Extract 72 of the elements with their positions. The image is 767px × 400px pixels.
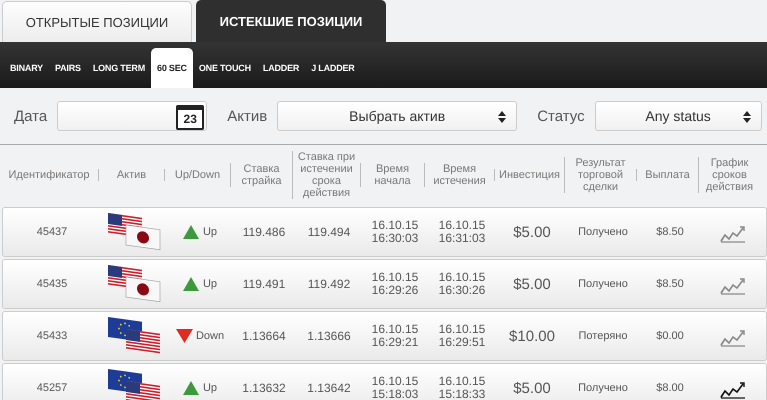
table-cell-text: $5.00: [512, 224, 552, 240]
tab[interactable]: ИСТЕКШИЕ ПОЗИЦИИ: [196, 0, 386, 42]
direction-label: Up: [202, 382, 218, 394]
table-cell-text: 16.10.15 15:18:33: [438, 375, 486, 400]
table-cell-text: Получено: [577, 278, 629, 290]
subtab[interactable]: 60 SEC: [151, 48, 193, 88]
subtab[interactable]: J LADDER: [305, 48, 361, 88]
column-header: Ставка при истечении срока действия: [292, 151, 360, 199]
column-header: Актив: [98, 169, 164, 181]
table-cell-text: 16.10.15 16:30:03: [370, 219, 420, 245]
asset-label: Актив: [227, 108, 268, 124]
up-triangle-icon: [182, 225, 200, 239]
table-cell-text: 1.13632: [241, 381, 287, 395]
date-field[interactable]: 23: [57, 101, 208, 131]
column-header: Время начала: [360, 163, 424, 187]
table-cell-text: 45437: [36, 226, 68, 238]
table-cell-text: 16.10.15 16:29:21: [370, 323, 420, 349]
column-header: Ставка страйка: [230, 163, 292, 187]
table-cell-text: $0.00: [655, 330, 685, 342]
column-header: Инвестиция: [494, 169, 564, 181]
column-header: График сроков действия: [698, 157, 760, 193]
column-header: Время истечения: [424, 163, 494, 187]
date-label: Дата: [14, 108, 48, 124]
subtab[interactable]: BINARY: [4, 48, 49, 88]
table-cell-text: $8.50: [655, 278, 685, 290]
sort-caret-icon: [498, 111, 506, 123]
direction-label: Up: [202, 226, 218, 238]
table-cell-text: 119.491: [242, 277, 286, 291]
table-cell-text: 119.486: [242, 225, 286, 239]
subtab[interactable]: LONG TERM: [86, 48, 152, 88]
table-cell-text: Получено: [577, 382, 629, 394]
column-header: Идентификатор: [8, 169, 90, 181]
table-cell-text: 16.10.15 16:29:51: [438, 323, 486, 349]
table-cell-text: 45435: [36, 278, 68, 290]
subtab[interactable]: PAIRS: [48, 48, 87, 88]
status-label: Статус: [537, 108, 585, 124]
sort-caret-icon: [742, 111, 751, 123]
table-cell-text: Потеряно: [578, 330, 628, 342]
status-select[interactable]: Any status: [594, 101, 762, 131]
table-cell-text: 45433: [36, 330, 68, 342]
calendar-button[interactable]: 23: [176, 104, 204, 130]
down-triangle-icon: [176, 329, 193, 343]
table-cell-text: 45257: [36, 382, 68, 394]
table-cell-text: 16.10.15 16:30:26: [438, 271, 486, 297]
table-cell-text: $10.00: [508, 328, 556, 344]
table-cell-text: $8.50: [655, 226, 685, 238]
flag-pair-icon: [106, 367, 162, 400]
direction-label: Up: [202, 278, 218, 290]
table-cell-text: 119.492: [306, 277, 352, 291]
column-header: Выплата: [636, 169, 698, 181]
table-cell-text: 1.13664: [241, 329, 287, 343]
subtab[interactable]: ONE TOUCH: [192, 48, 257, 88]
table-cell-text: $5.00: [512, 276, 552, 292]
table-cell-text: $5.00: [512, 380, 552, 396]
up-triangle-icon: [182, 277, 200, 291]
asset-select[interactable]: Выбрать актив: [277, 101, 518, 131]
up-triangle-icon: [182, 381, 200, 395]
flag-pair-icon: [106, 263, 162, 305]
subtab[interactable]: LADDER: [256, 48, 306, 88]
table-cell-text: 16.10.15 15:18:03: [370, 375, 420, 400]
table-cell-text: 1.13642: [306, 381, 352, 395]
flag-pair-icon: [106, 211, 162, 253]
table-cell-text: 119.494: [306, 225, 352, 239]
table-cell-text: 16.10.15 16:29:26: [370, 271, 420, 297]
table-cell-text: Получено: [577, 226, 629, 238]
table-cell-text: 16.10.15 16:31:03: [438, 219, 486, 245]
tab[interactable]: ОТКРЫТЫЕ ПОЗИЦИИ: [2, 1, 192, 42]
direction-label: Down: [196, 330, 224, 342]
column-header: Up/Down: [164, 169, 230, 181]
table-cell-text: $8.00: [655, 382, 685, 394]
column-header: Результат торговой сделки: [564, 157, 636, 193]
table-cell-text: 1.13666: [306, 329, 352, 343]
